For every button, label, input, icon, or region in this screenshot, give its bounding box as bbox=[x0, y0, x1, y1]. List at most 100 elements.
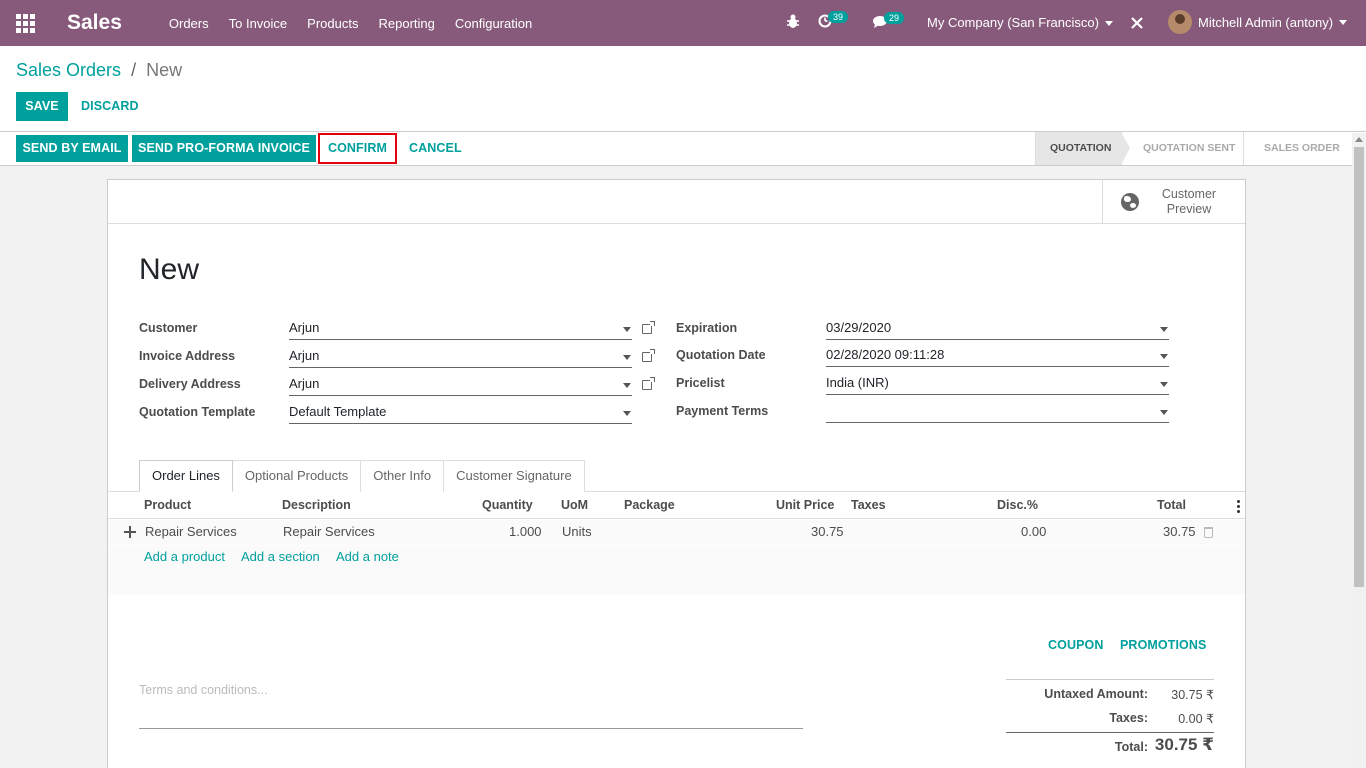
payment-terms-label: Payment Terms bbox=[676, 404, 769, 418]
cell-uom[interactable]: Units bbox=[562, 519, 592, 545]
menu-configuration[interactable]: Configuration bbox=[455, 16, 532, 31]
send-by-email-button[interactable]: SEND BY EMAIL bbox=[16, 135, 128, 162]
cell-description[interactable]: Repair Services bbox=[283, 519, 375, 545]
record-title: New bbox=[139, 253, 200, 286]
stage-label: QUOTATION bbox=[1050, 142, 1112, 154]
external-link-icon[interactable] bbox=[642, 349, 655, 362]
customer-field[interactable]: Arjun bbox=[289, 318, 632, 340]
menu-orders[interactable]: Orders bbox=[169, 16, 209, 31]
tab-order-lines[interactable]: Order Lines bbox=[139, 460, 233, 492]
cell-quantity[interactable]: 1.000 bbox=[509, 519, 542, 545]
stage-quotation-sent[interactable]: QUOTATION SENT bbox=[1121, 132, 1243, 165]
delivery-address-field[interactable]: Arjun bbox=[289, 374, 632, 396]
col-package[interactable]: Package bbox=[624, 492, 675, 518]
col-description[interactable]: Description bbox=[282, 492, 351, 518]
expiration-field[interactable]: 03/29/2020 bbox=[826, 318, 1169, 340]
menu-to-invoice[interactable]: To Invoice bbox=[229, 16, 288, 31]
quotation-template-field[interactable]: Default Template bbox=[289, 402, 632, 424]
cell-product[interactable]: Repair Services bbox=[145, 519, 237, 545]
pricelist-label: Pricelist bbox=[676, 376, 725, 390]
add-section-link[interactable]: Add a section bbox=[241, 549, 320, 564]
dropdown-caret-icon[interactable] bbox=[623, 411, 631, 416]
delete-trash-icon[interactable] bbox=[1204, 527, 1213, 538]
user-name: Mitchell Admin (antony) bbox=[1198, 14, 1334, 30]
add-note-link[interactable]: Add a note bbox=[336, 549, 399, 564]
dropdown-caret-icon[interactable] bbox=[1160, 382, 1168, 387]
payment-terms-field[interactable] bbox=[826, 401, 1169, 423]
pricelist-field[interactable]: India (INR) bbox=[826, 373, 1169, 395]
tools-icon[interactable] bbox=[1130, 16, 1144, 30]
delivery-address-label: Delivery Address bbox=[139, 377, 241, 391]
confirm-button[interactable]: CONFIRM bbox=[318, 133, 397, 164]
messages-chat-icon[interactable]: 29 bbox=[872, 12, 905, 29]
coupon-button[interactable]: COUPON bbox=[1048, 638, 1103, 652]
table-row[interactable]: Repair Services Repair Services 1.000 Un… bbox=[108, 520, 1245, 545]
external-link-icon[interactable] bbox=[642, 377, 655, 390]
dropdown-caret-icon[interactable] bbox=[1160, 327, 1168, 332]
col-quantity[interactable]: Quantity bbox=[482, 492, 533, 518]
dropdown-caret-icon[interactable] bbox=[623, 355, 631, 360]
tab-other-info[interactable]: Other Info bbox=[360, 460, 445, 492]
promotions-button[interactable]: PROMOTIONS bbox=[1120, 638, 1206, 652]
quotation-template-value: Default Template bbox=[289, 404, 387, 419]
delivery-address-value: Arjun bbox=[289, 376, 320, 391]
invoice-address-label: Invoice Address bbox=[139, 349, 236, 363]
pricelist-value: India (INR) bbox=[826, 375, 889, 390]
chevron-down-icon bbox=[1104, 21, 1113, 27]
col-unit-price[interactable]: Unit Price bbox=[776, 492, 834, 518]
cancel-button[interactable]: CANCEL bbox=[409, 135, 462, 162]
breadcrumb-sales-orders[interactable]: Sales Orders bbox=[16, 60, 121, 80]
page-scrollbar[interactable] bbox=[1352, 133, 1366, 768]
chevron-right-icon bbox=[1121, 132, 1130, 165]
stage-label: SALES ORDER bbox=[1264, 142, 1340, 154]
col-uom[interactable]: UoM bbox=[561, 492, 588, 518]
menu-products[interactable]: Products bbox=[307, 16, 358, 31]
tab-optional-products[interactable]: Optional Products bbox=[231, 460, 362, 492]
quotation-date-field[interactable]: 02/28/2020 09:11:28 bbox=[826, 345, 1169, 367]
invoice-address-field[interactable]: Arjun bbox=[289, 346, 632, 368]
dropdown-caret-icon[interactable] bbox=[1160, 354, 1168, 359]
top-navbar: Sales Orders To Invoice Products Reporti… bbox=[0, 0, 1366, 46]
avatar bbox=[1168, 10, 1192, 34]
untaxed-amount-label: Untaxed Amount: bbox=[1044, 687, 1148, 701]
button-box: Customer Preview bbox=[108, 180, 1245, 224]
control-panel: Sales Orders / New SAVE DISCARD bbox=[0, 46, 1366, 132]
apps-menu-icon[interactable] bbox=[0, 0, 50, 46]
external-link-icon[interactable] bbox=[642, 321, 655, 334]
stage-sales-order[interactable]: SALES ORDER bbox=[1243, 132, 1352, 165]
col-product[interactable]: Product bbox=[144, 492, 191, 518]
col-total[interactable]: Total bbox=[1157, 492, 1186, 518]
col-discount[interactable]: Disc.% bbox=[997, 492, 1038, 518]
scroll-up-arrow-icon[interactable] bbox=[1355, 137, 1363, 142]
customer-preview-button[interactable]: Customer Preview bbox=[1102, 180, 1245, 224]
discard-button[interactable]: DISCARD bbox=[81, 92, 139, 121]
drag-handle-icon[interactable] bbox=[124, 526, 136, 538]
company-switcher[interactable]: My Company (San Francisco) bbox=[927, 15, 1113, 30]
activity-clock-icon[interactable]: 39 bbox=[818, 11, 849, 28]
terms-and-conditions-field[interactable]: Terms and conditions... bbox=[139, 683, 803, 729]
cell-discount[interactable]: 0.00 bbox=[1021, 519, 1046, 545]
terms-placeholder: Terms and conditions... bbox=[139, 683, 268, 697]
form-statusbar: SEND BY EMAIL SEND PRO-FORMA INVOICE CON… bbox=[0, 132, 1366, 166]
order-lines-header: Product Description Quantity UoM Package… bbox=[108, 492, 1245, 519]
debug-bug-icon[interactable] bbox=[786, 13, 800, 29]
add-product-link[interactable]: Add a product bbox=[144, 549, 225, 564]
dropdown-caret-icon[interactable] bbox=[623, 327, 631, 332]
dropdown-caret-icon[interactable] bbox=[623, 383, 631, 388]
customer-label: Customer bbox=[139, 321, 198, 335]
cell-unit-price[interactable]: 30.75 bbox=[811, 519, 844, 545]
stage-quotation: QUOTATION bbox=[1035, 132, 1130, 165]
optional-columns-kebab-icon[interactable] bbox=[1237, 500, 1240, 515]
send-proforma-invoice-button[interactable]: SEND PRO-FORMA INVOICE bbox=[132, 135, 316, 162]
col-taxes[interactable]: Taxes bbox=[851, 492, 886, 518]
tab-customer-signature[interactable]: Customer Signature bbox=[443, 460, 585, 492]
taxes-label: Taxes: bbox=[1109, 711, 1148, 725]
expiration-value: 03/29/2020 bbox=[826, 320, 892, 335]
user-menu[interactable]: Mitchell Admin (antony) bbox=[1168, 10, 1348, 34]
menu-reporting[interactable]: Reporting bbox=[378, 16, 434, 31]
form-sheet: Customer Preview New Customer Arjun Invo… bbox=[107, 179, 1246, 768]
scrollbar-thumb[interactable] bbox=[1354, 147, 1364, 587]
save-button[interactable]: SAVE bbox=[16, 92, 68, 121]
app-brand[interactable]: Sales bbox=[67, 11, 122, 35]
dropdown-caret-icon[interactable] bbox=[1160, 410, 1168, 415]
